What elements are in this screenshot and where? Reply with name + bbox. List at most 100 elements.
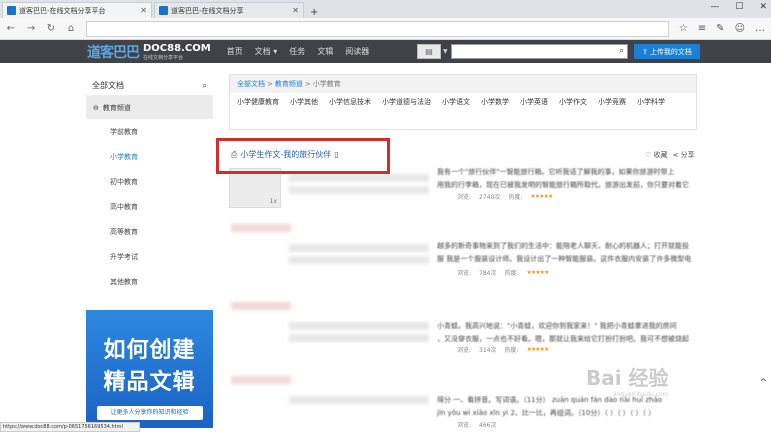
nav-docs[interactable]: 文档 ▾ xyxy=(255,46,278,57)
user-card-icon[interactable]: ▤ xyxy=(417,44,441,59)
subnav-item[interactable]: 小学科学 xyxy=(637,97,665,107)
sidebar-category[interactable]: ⊖ 教育频道 xyxy=(86,96,213,119)
result-meta: 浏览: 466次 xyxy=(457,420,496,429)
blurred-text xyxy=(289,334,429,342)
meta-label: 浏览: xyxy=(457,347,472,354)
address-bar: ← → ↻ ⌂ ☆ ≡ ✎ ☺ … xyxy=(0,18,771,40)
close-window-icon[interactable]: ✕ xyxy=(759,2,767,12)
home-icon[interactable]: ⌂ xyxy=(66,23,76,34)
banner-button[interactable]: 让更多人分享你的知识和经验 xyxy=(96,406,203,420)
tab-active[interactable]: 道客巴巴-在线文档分享平台 ✕ xyxy=(2,2,152,18)
subnav-item[interactable]: 小学信息技术 xyxy=(329,97,371,107)
sidebar-header[interactable]: 全部文档 ⌕ xyxy=(86,76,213,96)
search-icon[interactable]: ⌕ xyxy=(619,46,624,56)
close-tab-icon[interactable]: ✕ xyxy=(140,6,147,15)
upload-label: 上传我的文档 xyxy=(649,47,692,56)
breadcrumb-mid[interactable]: 教育频道 xyxy=(275,79,303,89)
subnav-item[interactable]: 小学作文 xyxy=(559,97,587,107)
thumb-page-label: 1x xyxy=(269,198,277,205)
nav-reader[interactable]: 阅读器 xyxy=(345,46,369,57)
subnav-item[interactable]: 小学英语 xyxy=(520,97,548,107)
watermark-main: Bai 经验 xyxy=(586,366,669,390)
promo-banner[interactable]: 如何创建 精品文辑 让更多人分享你的知识和经验 xyxy=(86,310,213,428)
forward-icon[interactable]: → xyxy=(26,23,36,34)
breadcrumb-sep: > xyxy=(267,80,273,88)
result-description: 小青蛙。我高兴地说："小青蛙，欢迎你到我家来！" 我把小青蛙拿进我的房间 ，又没… xyxy=(437,320,699,346)
view-count: 2740次 xyxy=(479,194,501,201)
nav-tasks[interactable]: 任务 xyxy=(289,46,305,57)
sidebar-item-other[interactable]: 其他教育 xyxy=(86,269,213,294)
chevron-down-icon[interactable]: ▼ xyxy=(443,48,448,55)
desc-line: 越多的新奇事物来到了我们的生活中：能陪老人聊天、耐心的机器人；打开就能投 xyxy=(437,242,689,250)
search-input[interactable]: ⌕ xyxy=(451,44,628,59)
more-icon[interactable]: … xyxy=(755,23,765,34)
sidebar-title: 全部文档 xyxy=(92,81,124,90)
blurred-title xyxy=(231,224,291,232)
meta-label: 浏览: xyxy=(457,422,472,429)
result-meta: 浏览: 2740次 热度: ★★★★★ xyxy=(457,192,553,201)
sidebar-category-label: 教育频道 xyxy=(102,103,131,112)
subnav-item[interactable]: 小学语文 xyxy=(442,97,470,107)
reload-icon[interactable]: ↻ xyxy=(46,23,56,34)
scroll-up-icon[interactable]: ^ xyxy=(759,378,767,388)
subnav-item[interactable]: 小学竞赛 xyxy=(598,97,626,107)
tab-title: 道客巴巴-在线文档分享 xyxy=(171,6,244,15)
sidebar-item-junior[interactable]: 初中教育 xyxy=(86,169,213,194)
share-label: 分享 xyxy=(680,151,695,159)
meta-label: 浏览: xyxy=(457,270,472,277)
rating-stars: ★★★★★ xyxy=(530,193,553,200)
meta-label: 浏览: xyxy=(457,194,472,201)
favorite-action[interactable]: ♡ 收藏 xyxy=(645,150,668,160)
logo-en: DOC88.COM xyxy=(143,42,211,54)
result-description: 我有一个"旅行伙伴"一智能旅行箱。它听我话了解我的事，如果你旅游时带上 用我的行… xyxy=(437,166,699,192)
upload-icon: ⇧ xyxy=(642,47,648,56)
subnav-item[interactable]: 小学健康教育 xyxy=(237,97,279,107)
banner-line-2: 精品文辑 xyxy=(103,370,196,395)
breadcrumb-root[interactable]: 全部文档 xyxy=(237,79,265,89)
new-tab-button[interactable]: + xyxy=(304,7,324,18)
document-thumbnail[interactable]: 1x xyxy=(229,168,281,208)
hub-icon[interactable]: ≡ xyxy=(698,23,706,34)
subnav-item[interactable]: 小学数学 xyxy=(481,97,509,107)
nav-home[interactable]: 首页 xyxy=(227,46,243,57)
minimize-icon[interactable]: — xyxy=(710,2,719,12)
blurred-text xyxy=(289,174,429,182)
tab-inactive[interactable]: 道客巴巴-在线文档分享 ✕ xyxy=(154,2,304,18)
browser-tab-bar: 道客巴巴-在线文档分享平台 ✕ 道客巴巴-在线文档分享 ✕ + — ☐ ✕ xyxy=(0,0,771,18)
sidebar-item-preschool[interactable]: 学前教育 xyxy=(86,119,213,144)
site-header: 道客巴巴 DOC88.COM 在线文档分享平台 首页 文档 ▾ 任务 文辑 阅读… xyxy=(0,40,771,63)
close-tab-icon[interactable]: ✕ xyxy=(292,6,299,15)
sidebar-item-primary[interactable]: 小学教育 xyxy=(86,144,213,169)
site-logo[interactable]: 道客巴巴 DOC88.COM 在线文档分享平台 xyxy=(87,42,211,62)
profile-icon[interactable]: ☺ xyxy=(735,23,745,34)
logo-cn: 道客巴巴 xyxy=(87,44,140,61)
result-actions: ♡ 收藏 ⋖ 分享 xyxy=(645,150,695,160)
view-count: 466次 xyxy=(479,422,497,429)
favorite-star-icon[interactable]: ☆ xyxy=(679,23,688,34)
maximize-icon[interactable]: ☐ xyxy=(735,2,743,12)
blurred-text xyxy=(289,322,429,330)
list-item: 小青蛙。我高兴地说："小青蛙，欢迎你到我家来！" 我把小青蛙拿进我的房间 ，又没… xyxy=(229,300,699,360)
blurred-text xyxy=(289,186,429,194)
subnav-item[interactable]: 小学其他 xyxy=(290,97,318,107)
meta-label: 热度: xyxy=(508,194,523,201)
subnav-item[interactable]: 小学道德与法治 xyxy=(382,97,431,107)
site-favicon-icon xyxy=(7,6,16,15)
sidebar-item-senior[interactable]: 高中教育 xyxy=(86,194,213,219)
url-input[interactable] xyxy=(86,20,669,37)
share-action[interactable]: ⋖ 分享 xyxy=(673,150,695,160)
sidebar-item-exams[interactable]: 升学考试 xyxy=(86,244,213,269)
logo-sub: 在线文档分享平台 xyxy=(143,54,184,61)
rating-stars: ★★★★★ xyxy=(526,346,550,353)
nav-collections[interactable]: 文辑 xyxy=(317,46,333,57)
sidebar-item-higher[interactable]: 高等教育 xyxy=(86,219,213,244)
desc-line: 我有一个"旅行伙伴"一智能旅行箱。它听我话了解我的事，如果你旅游时带上 xyxy=(437,168,675,176)
category-sidebar: 全部文档 ⌕ ⊖ 教育频道 学前教育 小学教育 初中教育 高中教育 高等教育 升… xyxy=(86,76,213,294)
upload-button[interactable]: ⇧ 上传我的文档 xyxy=(634,44,700,59)
note-icon[interactable]: ✎ xyxy=(716,23,724,34)
search-icon[interactable]: ⌕ xyxy=(203,81,207,91)
blurred-text xyxy=(289,244,429,252)
highlight-box xyxy=(216,138,390,174)
back-icon[interactable]: ← xyxy=(6,23,16,34)
desc-line: 小青蛙。我高兴地说："小青蛙，欢迎你到我家来！" 我把小青蛙拿进我的房间 xyxy=(437,322,677,330)
